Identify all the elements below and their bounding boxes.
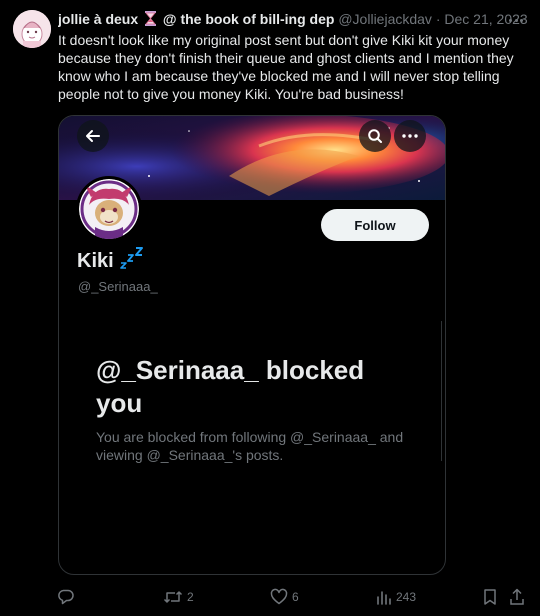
search-icon[interactable] — [359, 120, 391, 152]
scrollbar[interactable] — [441, 321, 442, 461]
bookmark-button[interactable] — [482, 584, 498, 610]
retweet-count: 2 — [187, 590, 194, 604]
bookmark-icon — [482, 588, 498, 606]
header-separator: · — [435, 11, 441, 27]
share-button[interactable] — [509, 584, 525, 610]
tweet-text: It doesn't look like my original post se… — [58, 32, 514, 102]
like-button[interactable]: 6 — [270, 584, 299, 610]
retweet-button[interactable]: 2 — [163, 584, 194, 610]
views-icon — [376, 589, 392, 605]
blocked-description: You are blocked from following @_Serinaa… — [96, 429, 404, 463]
profile-username: @_Serinaaa_ — [78, 279, 158, 294]
embedded-media-card[interactable]: Follow Kiki @_Serinaaa_ @_Serinaaa_ bloc… — [58, 115, 446, 575]
follow-button[interactable]: Follow — [321, 209, 429, 241]
like-count: 6 — [292, 590, 299, 604]
tweet-header: jollie à deux @ the book of bill-ing dep… — [58, 9, 528, 29]
zzz-emoji-icon — [119, 246, 145, 270]
reply-icon — [57, 588, 75, 606]
like-icon — [270, 588, 288, 606]
view-count: 243 — [396, 590, 417, 604]
author-avatar[interactable] — [13, 10, 51, 48]
blocked-title: @_Serinaaa_ blocked you — [96, 355, 365, 418]
tweet-action-bar: 2 6 243 — [0, 584, 540, 610]
profile-avatar[interactable] — [76, 176, 142, 242]
views-button[interactable]: 243 — [376, 584, 416, 610]
back-arrow-icon[interactable] — [77, 120, 109, 152]
more-icon[interactable] — [506, 10, 526, 30]
author-handle[interactable]: @Jolliejackdav — [338, 11, 432, 27]
author-name-suffix[interactable]: @ the book of bill-ing dep — [163, 11, 335, 27]
hourglass-emoji-icon — [144, 11, 157, 26]
share-icon — [509, 588, 525, 606]
retweet-icon — [163, 588, 183, 606]
author-name[interactable]: jollie à deux — [58, 11, 138, 27]
tweet: jollie à deux @ the book of bill-ing dep… — [0, 0, 540, 616]
profile-display-name: Kiki — [77, 250, 114, 272]
more-icon[interactable] — [394, 120, 426, 152]
reply-button[interactable] — [57, 584, 79, 610]
